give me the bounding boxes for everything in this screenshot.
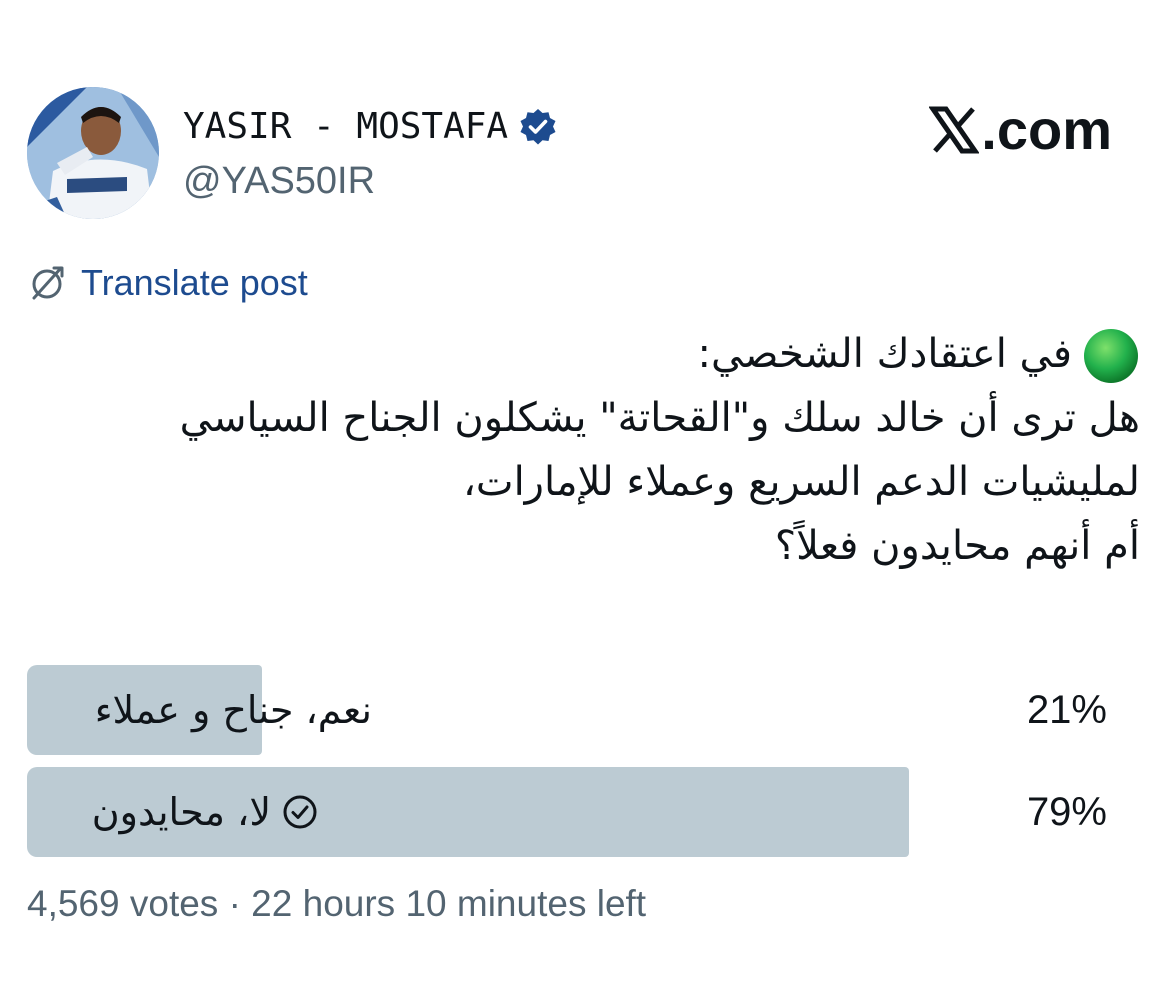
translate-post-label[interactable]: Translate post: [81, 260, 308, 306]
watermark-text: .com: [981, 98, 1112, 161]
poll-option-2-percent: 79%: [1026, 790, 1107, 834]
post-line-1-text: في اعتقادك الشخصي:: [697, 331, 1072, 377]
translate-globe-icon: [27, 263, 67, 303]
poll-option-2-label: لا، محايدون: [91, 790, 271, 834]
poll-option-1[interactable]: نعم، جناح و عملاء 21%: [27, 665, 1137, 755]
poll-option-1-label-wrap: نعم، جناح و عملاء: [95, 665, 372, 755]
post-line-1: في اعتقادك الشخصي:: [20, 322, 1140, 386]
poll-option-1-percent: 21%: [1026, 688, 1107, 732]
author-display-name[interactable]: YASIR - MOSTAFA: [183, 104, 558, 150]
post-text: في اعتقادك الشخصي: هل ترى أن خالد سلك و"…: [20, 322, 1140, 578]
post-line-4: أم أنهم محايدون فعلاً؟: [774, 523, 1140, 569]
poll-option-2-label-wrap: لا، محايدون: [92, 767, 319, 857]
avatar[interactable]: [27, 87, 159, 219]
verified-badge-icon[interactable]: [518, 107, 558, 147]
display-name-text[interactable]: YASIR - MOSTAFA: [183, 104, 508, 150]
check-circle-icon: [281, 793, 319, 831]
page-title: Post: [0, 0, 1170, 8]
green-circle-icon: [1082, 327, 1140, 385]
poll-meta: 4,569 votes · 22 hours 10 minutes left: [27, 883, 647, 924]
watermark: .com: [929, 98, 1112, 162]
poll-option-2[interactable]: لا، محايدون 79%: [27, 767, 1137, 857]
poll-option-1-label: نعم، جناح و عملاء: [94, 688, 372, 732]
top-nav-bar: Post: [0, 0, 1170, 8]
post-line-3: لمليشيات الدعم السريع وعملاء للإمارات،: [463, 459, 1140, 505]
x-logo-icon: [929, 105, 980, 155]
post-line-2: هل ترى أن خالد سلك و"القحاتة" يشكلون الج…: [179, 395, 1140, 441]
translate-post-link[interactable]: Translate post: [27, 260, 308, 306]
author-handle[interactable]: @YAS50IR: [183, 157, 375, 205]
